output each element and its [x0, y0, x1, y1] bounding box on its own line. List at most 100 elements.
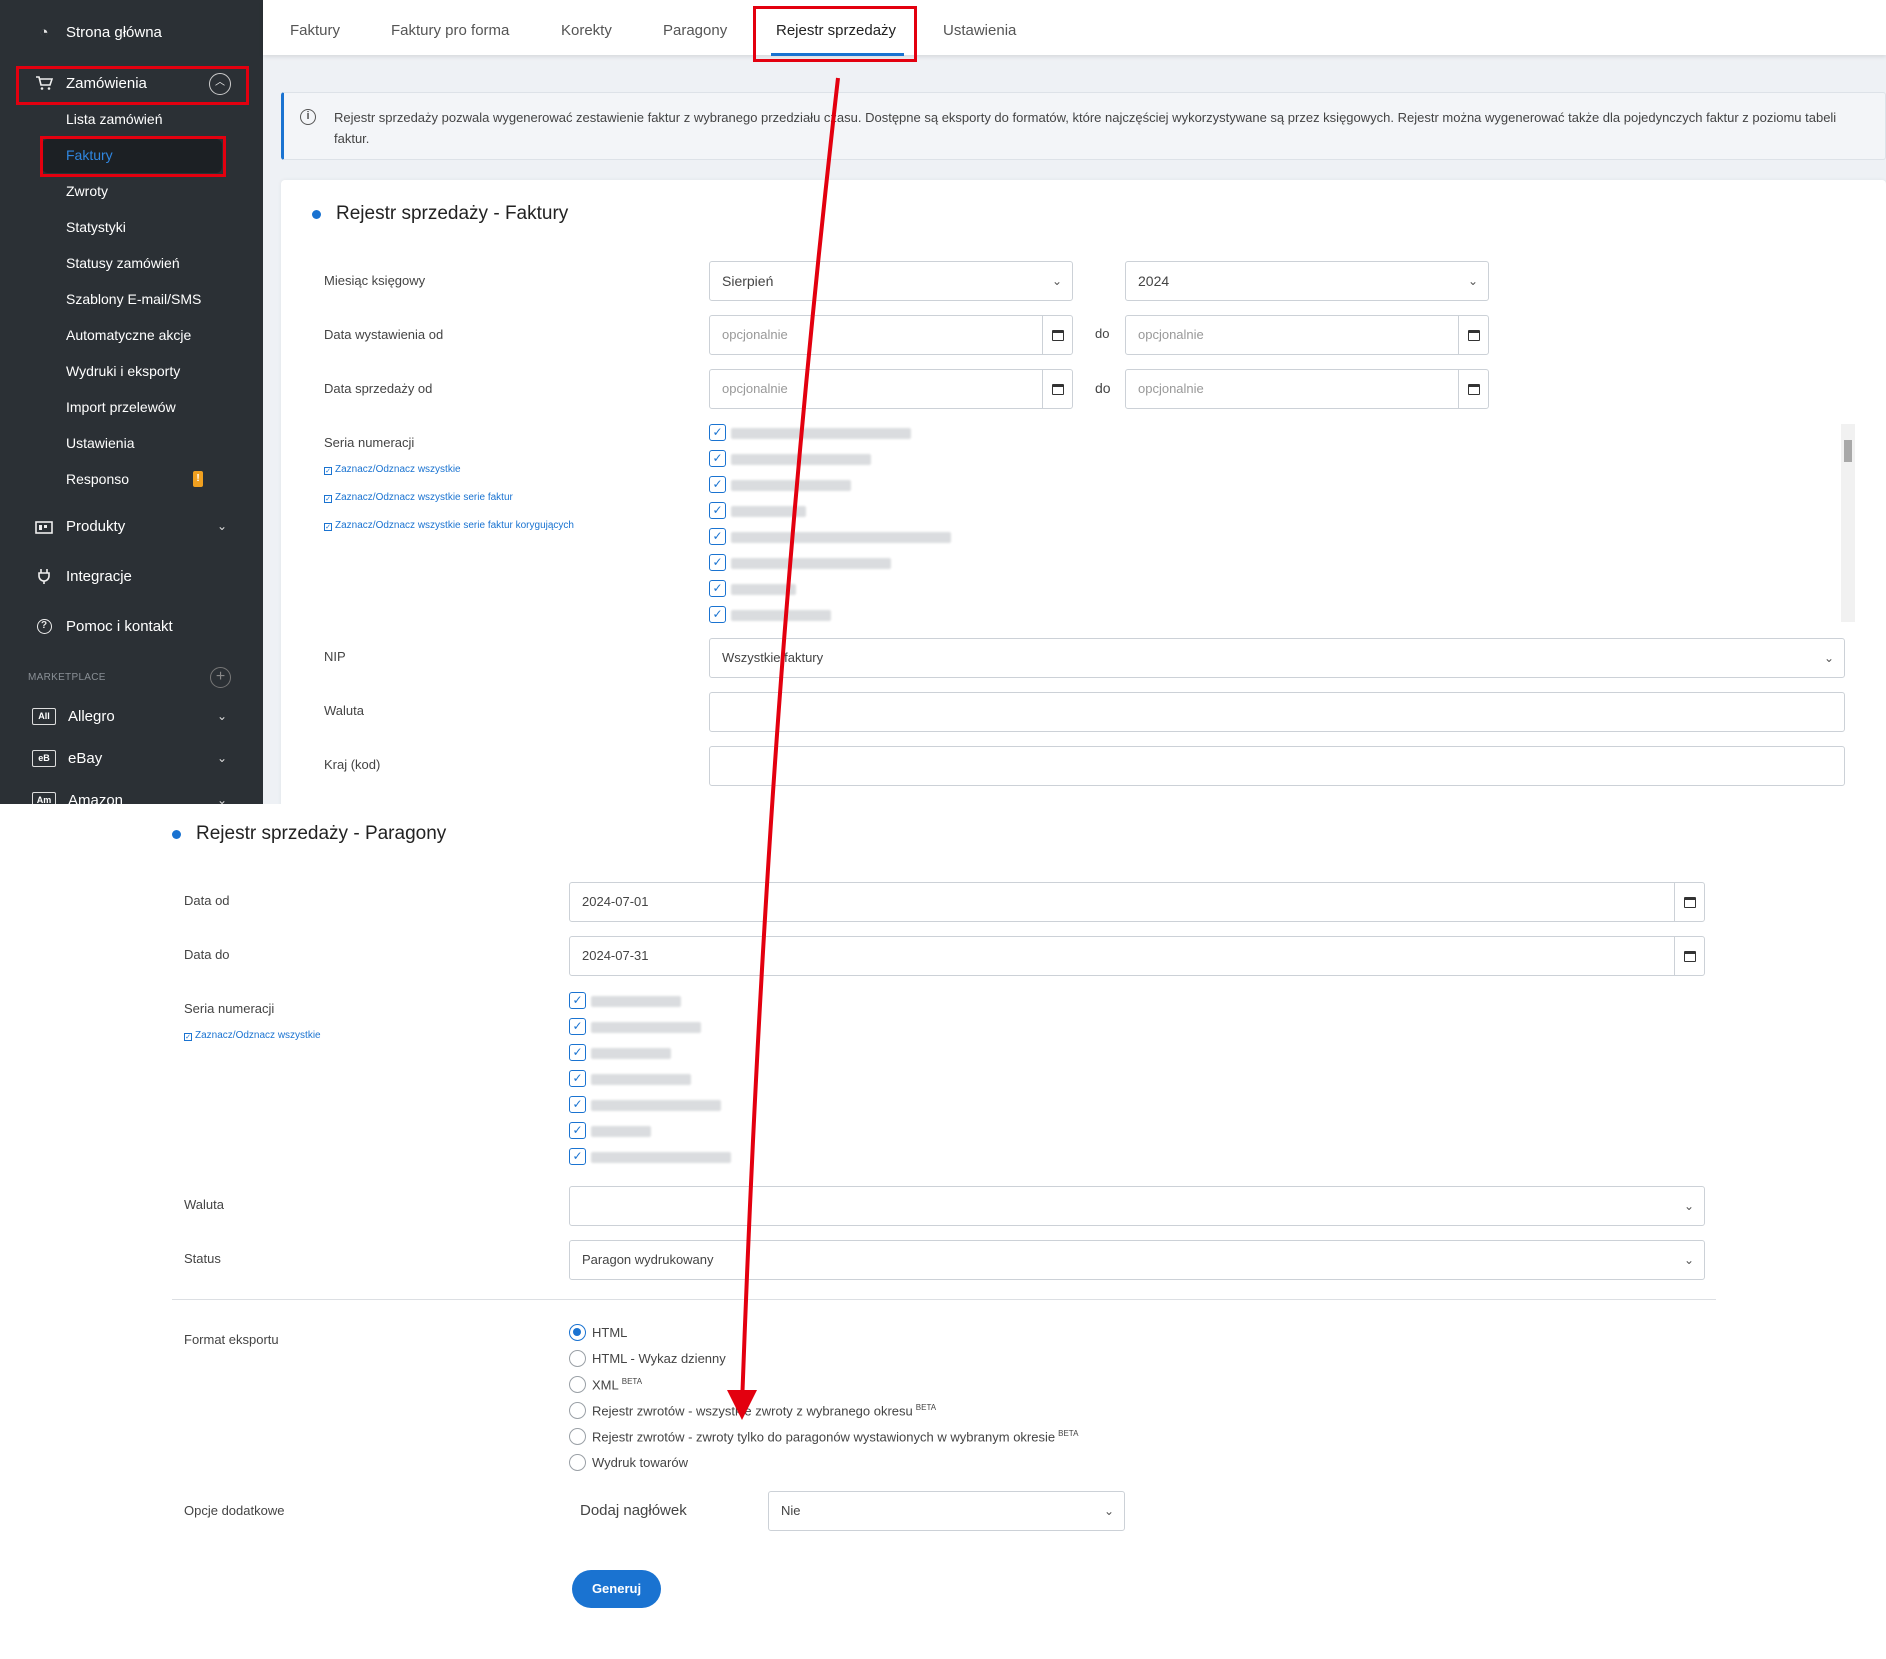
sale-date-from-input[interactable]: opcjonalnie: [709, 369, 1073, 409]
calendar-icon[interactable]: [1674, 937, 1704, 975]
currency-input[interactable]: [709, 692, 1845, 732]
export-format-label[interactable]: Rejestr zwrotów - wszystkie zwroty z wyb…: [592, 1403, 936, 1418]
add-header-select[interactable]: Nie ⌄: [768, 1491, 1125, 1531]
export-format-label[interactable]: Rejestr zwrotów - zwroty tylko do parago…: [592, 1429, 1078, 1444]
to-label: do: [1095, 326, 1110, 341]
series-name-redacted: [591, 1152, 731, 1163]
series-checkbox[interactable]: ✓: [569, 1044, 586, 1061]
currency-label: Waluta: [324, 703, 364, 718]
select-all-corrections-link[interactable]: ✓ Zaznacz/Odznacz wszystkie serie faktur …: [324, 520, 574, 531]
issue-date-from-placeholder: opcjonalnie: [722, 327, 788, 342]
series-checkbox[interactable]: ✓: [709, 528, 726, 545]
export-format-label[interactable]: HTML: [592, 1325, 627, 1340]
export-format-radio[interactable]: [569, 1376, 586, 1393]
series-checkbox[interactable]: ✓: [569, 1070, 586, 1087]
top-screenshot: ◔ Strona główna Zamówienia ︿ Lista zamów…: [0, 0, 1886, 804]
calendar-icon[interactable]: [1458, 370, 1488, 408]
series-checkbox[interactable]: ✓: [569, 992, 586, 1009]
nav-returns[interactable]: Zwroty: [66, 180, 108, 202]
calendar-icon[interactable]: [1042, 370, 1072, 408]
series-checkbox[interactable]: ✓: [709, 580, 726, 597]
export-format-label[interactable]: XML BETA: [592, 1377, 642, 1392]
select-all-invoices-link[interactable]: ✓ Zaznacz/Odznacz wszystkie serie faktur: [324, 492, 513, 503]
year-select[interactable]: 2024 ⌄: [1125, 261, 1489, 301]
nav-help[interactable]: ? Pomoc i kontakt: [0, 606, 263, 646]
series-checkbox[interactable]: ✓: [569, 1148, 586, 1165]
nav-prints-exports[interactable]: Wydruki i eksporty: [66, 360, 180, 382]
scroll-thumb[interactable]: [1844, 440, 1852, 462]
nav-ebay[interactable]: eB eBay ⌄: [0, 738, 263, 778]
chevron-down-icon: ⌄: [1683, 1199, 1694, 1213]
nav-templates[interactable]: Szablony E-mail/SMS: [66, 288, 201, 310]
sale-date-to-input[interactable]: opcjonalnie: [1125, 369, 1489, 409]
series-checkbox[interactable]: ✓: [569, 1096, 586, 1113]
date-to-input[interactable]: 2024-07-31: [569, 936, 1705, 976]
month-value: Sierpień: [722, 273, 774, 289]
select-all-link[interactable]: ✓ Zaznacz/Odznacz wszystkie: [184, 1030, 321, 1041]
nav-home-label: Strona główna: [66, 23, 162, 41]
country-input[interactable]: [709, 746, 1845, 786]
series-label: Seria numeracji: [184, 1001, 275, 1016]
tab-proforma[interactable]: Faktury pro forma: [391, 0, 509, 55]
nav-auto-actions[interactable]: Automatyczne akcje: [66, 324, 191, 346]
series-scrollbar[interactable]: [1841, 424, 1855, 622]
calendar-icon[interactable]: [1674, 883, 1704, 921]
nav-order-settings[interactable]: Ustawienia: [66, 432, 134, 454]
issue-date-to-input[interactable]: opcjonalnie: [1125, 315, 1489, 355]
nav-integrations[interactable]: Integracje: [0, 556, 263, 596]
export-format-label[interactable]: Wydruk towarów: [592, 1455, 688, 1470]
tab-invoices[interactable]: Faktury: [290, 0, 340, 55]
export-format-label[interactable]: HTML - Wykaz dzienny: [592, 1351, 726, 1366]
chevron-down-icon: ⌄: [1823, 651, 1834, 665]
chevron-down-icon: ⌄: [216, 709, 227, 723]
series-checkbox[interactable]: ✓: [709, 554, 726, 571]
series-checkbox[interactable]: ✓: [569, 1122, 586, 1139]
generate-button[interactable]: Generuj: [572, 1570, 661, 1608]
nav-responso[interactable]: Responso: [66, 468, 129, 490]
chevron-down-icon: ⌄: [216, 751, 227, 765]
chevron-down-icon: ⌄: [1467, 274, 1478, 288]
tab-settings[interactable]: Ustawienia: [943, 0, 1016, 55]
select-all-link[interactable]: ✓ Zaznacz/Odznacz wszystkie: [324, 464, 461, 475]
beta-badge: BETA: [621, 1377, 643, 1386]
select-all-text: Zaznacz/Odznacz wszystkie: [195, 1030, 321, 1041]
calendar-icon[interactable]: [1042, 316, 1072, 354]
nav-products[interactable]: Produkty ⌄: [0, 506, 263, 546]
invoices-section-title: Rejestr sprzedaży - Faktury: [336, 203, 569, 224]
tab-receipts[interactable]: Paragony: [663, 0, 727, 55]
series-checkbox[interactable]: ✓: [709, 476, 726, 493]
date-from-input[interactable]: 2024-07-01: [569, 882, 1705, 922]
tab-corrections[interactable]: Korekty: [561, 0, 612, 55]
currency-select[interactable]: ⌄: [569, 1186, 1705, 1226]
issue-date-to-placeholder: opcjonalnie: [1138, 327, 1204, 342]
calendar-icon[interactable]: [1458, 316, 1488, 354]
nav-allegro[interactable]: All Allegro ⌄: [0, 696, 263, 736]
series-name-redacted: [731, 584, 796, 595]
series-checkbox[interactable]: ✓: [709, 606, 726, 623]
add-marketplace-icon[interactable]: +: [210, 667, 231, 688]
export-format-radio[interactable]: [569, 1402, 586, 1419]
export-format-radio[interactable]: [569, 1428, 586, 1445]
series-checkbox[interactable]: ✓: [709, 502, 726, 519]
responso-badge: !: [193, 471, 203, 487]
export-format-radio[interactable]: [569, 1324, 586, 1341]
series-checkbox[interactable]: ✓: [709, 424, 726, 441]
issue-date-from-input[interactable]: opcjonalnie: [709, 315, 1073, 355]
series-name-redacted: [731, 610, 831, 621]
series-checkbox[interactable]: ✓: [569, 1018, 586, 1035]
export-format-radio[interactable]: [569, 1454, 586, 1471]
nav-statistics[interactable]: Statystyki: [66, 216, 126, 238]
nav-transfer-import[interactable]: Import przelewów: [66, 396, 176, 418]
nav-order-statuses[interactable]: Statusy zamówień: [66, 252, 180, 274]
export-format-radio[interactable]: [569, 1350, 586, 1367]
nav-order-list[interactable]: Lista zamówień: [66, 108, 163, 130]
status-select[interactable]: Paragon wydrukowany ⌄: [569, 1240, 1705, 1280]
add-header-label: Dodaj nagłówek: [580, 1502, 687, 1519]
allegro-icon: All: [32, 707, 56, 725]
nav-amazon[interactable]: Am Amazon ⌄: [0, 780, 263, 804]
nip-select[interactable]: Wszystkie faktury ⌄: [709, 638, 1845, 678]
series-name-redacted: [591, 1100, 721, 1111]
nav-home[interactable]: ◔ Strona główna: [0, 12, 263, 52]
month-select[interactable]: Sierpień ⌄: [709, 261, 1073, 301]
series-checkbox[interactable]: ✓: [709, 450, 726, 467]
